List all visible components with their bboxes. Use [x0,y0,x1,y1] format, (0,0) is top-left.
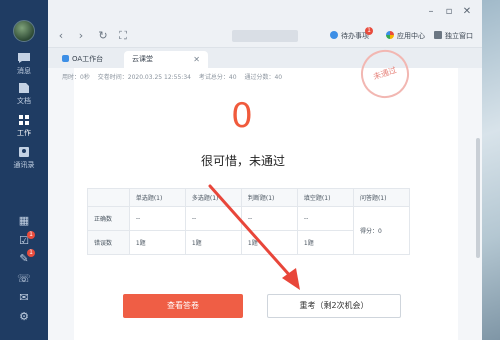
app-center-label: 应用中心 [397,32,425,40]
settings-icon[interactable]: ⚙ [17,310,31,324]
table-header: 问答题(1) [352,188,411,207]
standalone-window-button[interactable]: 独立窗口 [434,29,473,43]
table-header: 填空题(1) [296,188,354,207]
tasks-badge: 1 [27,231,35,239]
sidebar-item-label: 工作 [17,129,31,137]
alert-badge: 1 [27,249,35,257]
message-icon [18,53,30,63]
alert-icon[interactable]: ✎ 1 [17,249,35,266]
table-header: 多选题(1) [184,188,242,207]
app-sidebar: 消息 文档 工作 通讯录 ▦ ☑ 1 ✎ 1 ☏ ✉ ⚙ [0,0,48,340]
sidebar-item-contacts[interactable]: 通讯录 [0,146,48,170]
table-header: 判断题(1) [240,188,298,207]
view-answers-button[interactable]: 查看答卷 [123,294,243,318]
scrollbar[interactable] [476,138,480,258]
sidebar-item-label: 通讯录 [13,161,35,169]
app-center-icon [386,31,394,39]
minimize-icon[interactable]: – [424,5,438,19]
forward-icon[interactable]: › [74,29,88,43]
sidebar-item-documents[interactable]: 文档 [0,82,48,106]
tab-label: 云课堂 [132,55,153,63]
todo-icon [330,31,338,39]
total-score: 考试总分：40 [198,74,237,81]
table-cell: -- [296,206,354,231]
sidebar-item-label: 文档 [17,97,31,105]
mail-icon[interactable]: ✉ [17,291,31,305]
table-header-row: 单选题(1) 多选题(1) 判断题(1) 填空题(1) 问答题(1) [87,188,411,207]
sidebar-item-messages[interactable]: 消息 [0,52,48,76]
table-cell: -- [184,206,242,231]
contacts-icon [19,147,29,157]
document-icon [19,83,29,93]
avatar[interactable] [13,20,35,42]
table-cell: -- [240,206,298,231]
table-header [87,188,130,207]
sidebar-item-work[interactable]: 工作 [0,114,48,138]
tasks-icon[interactable]: ☑ 1 [17,231,35,248]
browser-window: – ▫ ✕ ‹ › ↻ ⛶ 待办事项 1 应用中心 独立窗口 OA工作台 云课堂… [48,0,482,340]
exam-meta: 用时：0秒 交卷时间：2020.03.25 12:55:34 考试总分：40 通… [62,72,288,81]
submit-time: 交卷时间：2020.03.25 12:55:34 [97,74,191,81]
table-cell: 1题 [184,230,242,255]
todo-button[interactable]: 待办事项 [330,29,369,43]
table-cell: -- [128,206,186,231]
address-bar: ‹ › ↻ ⛶ 待办事项 1 应用中心 独立窗口 [48,24,482,48]
standalone-label: 独立窗口 [445,32,473,40]
table-cell: 1题 [240,230,298,255]
table-cell: 1题 [296,230,354,255]
title-bar: – ▫ ✕ [48,0,482,24]
table-header: 单选题(1) [128,188,186,207]
tab-oa-workbench[interactable]: OA工作台 [54,51,118,68]
calendar-icon[interactable]: ▦ [17,214,31,228]
tab-bar: OA工作台 云课堂 ✕ [48,48,482,68]
time-used: 用时：0秒 [62,74,90,81]
row-label: 正确数 [87,206,130,231]
oa-icon [62,55,69,62]
row-label: 错误数 [87,230,130,255]
phone-icon[interactable]: ☏ [17,272,31,286]
table-row: 正确数 -- -- -- -- 得分：0 [87,206,411,255]
score-value: 0 [231,96,253,136]
maximize-icon[interactable]: ▫ [442,5,456,19]
todo-badge: 1 [365,27,373,35]
result-message: 很可惜，未通过 [200,154,285,168]
url-field[interactable] [232,30,298,42]
sidebar-item-label: 消息 [17,67,31,75]
essay-score-cell: 得分：0 [352,206,411,255]
work-icon [19,115,29,125]
tab-label: OA工作台 [72,55,104,63]
retake-button[interactable]: 重考（剩2次机会） [267,294,401,318]
refresh-icon[interactable]: ↻ [96,29,110,43]
table-cell: 1题 [128,230,186,255]
fullscreen-icon[interactable]: ⛶ [116,29,130,43]
stamp-text: 未通过 [372,65,398,82]
tab-cloud-classroom[interactable]: 云课堂 ✕ [124,51,208,68]
back-icon[interactable]: ‹ [54,29,68,43]
stats-table: 单选题(1) 多选题(1) 判断题(1) 填空题(1) 问答题(1) 正确数 -… [87,188,411,255]
close-icon[interactable]: ✕ [460,5,474,19]
close-tab-icon[interactable]: ✕ [193,51,200,68]
pass-score: 通过分数：40 [244,74,283,81]
window-icon [434,31,442,39]
app-center-button[interactable]: 应用中心 [386,29,425,43]
